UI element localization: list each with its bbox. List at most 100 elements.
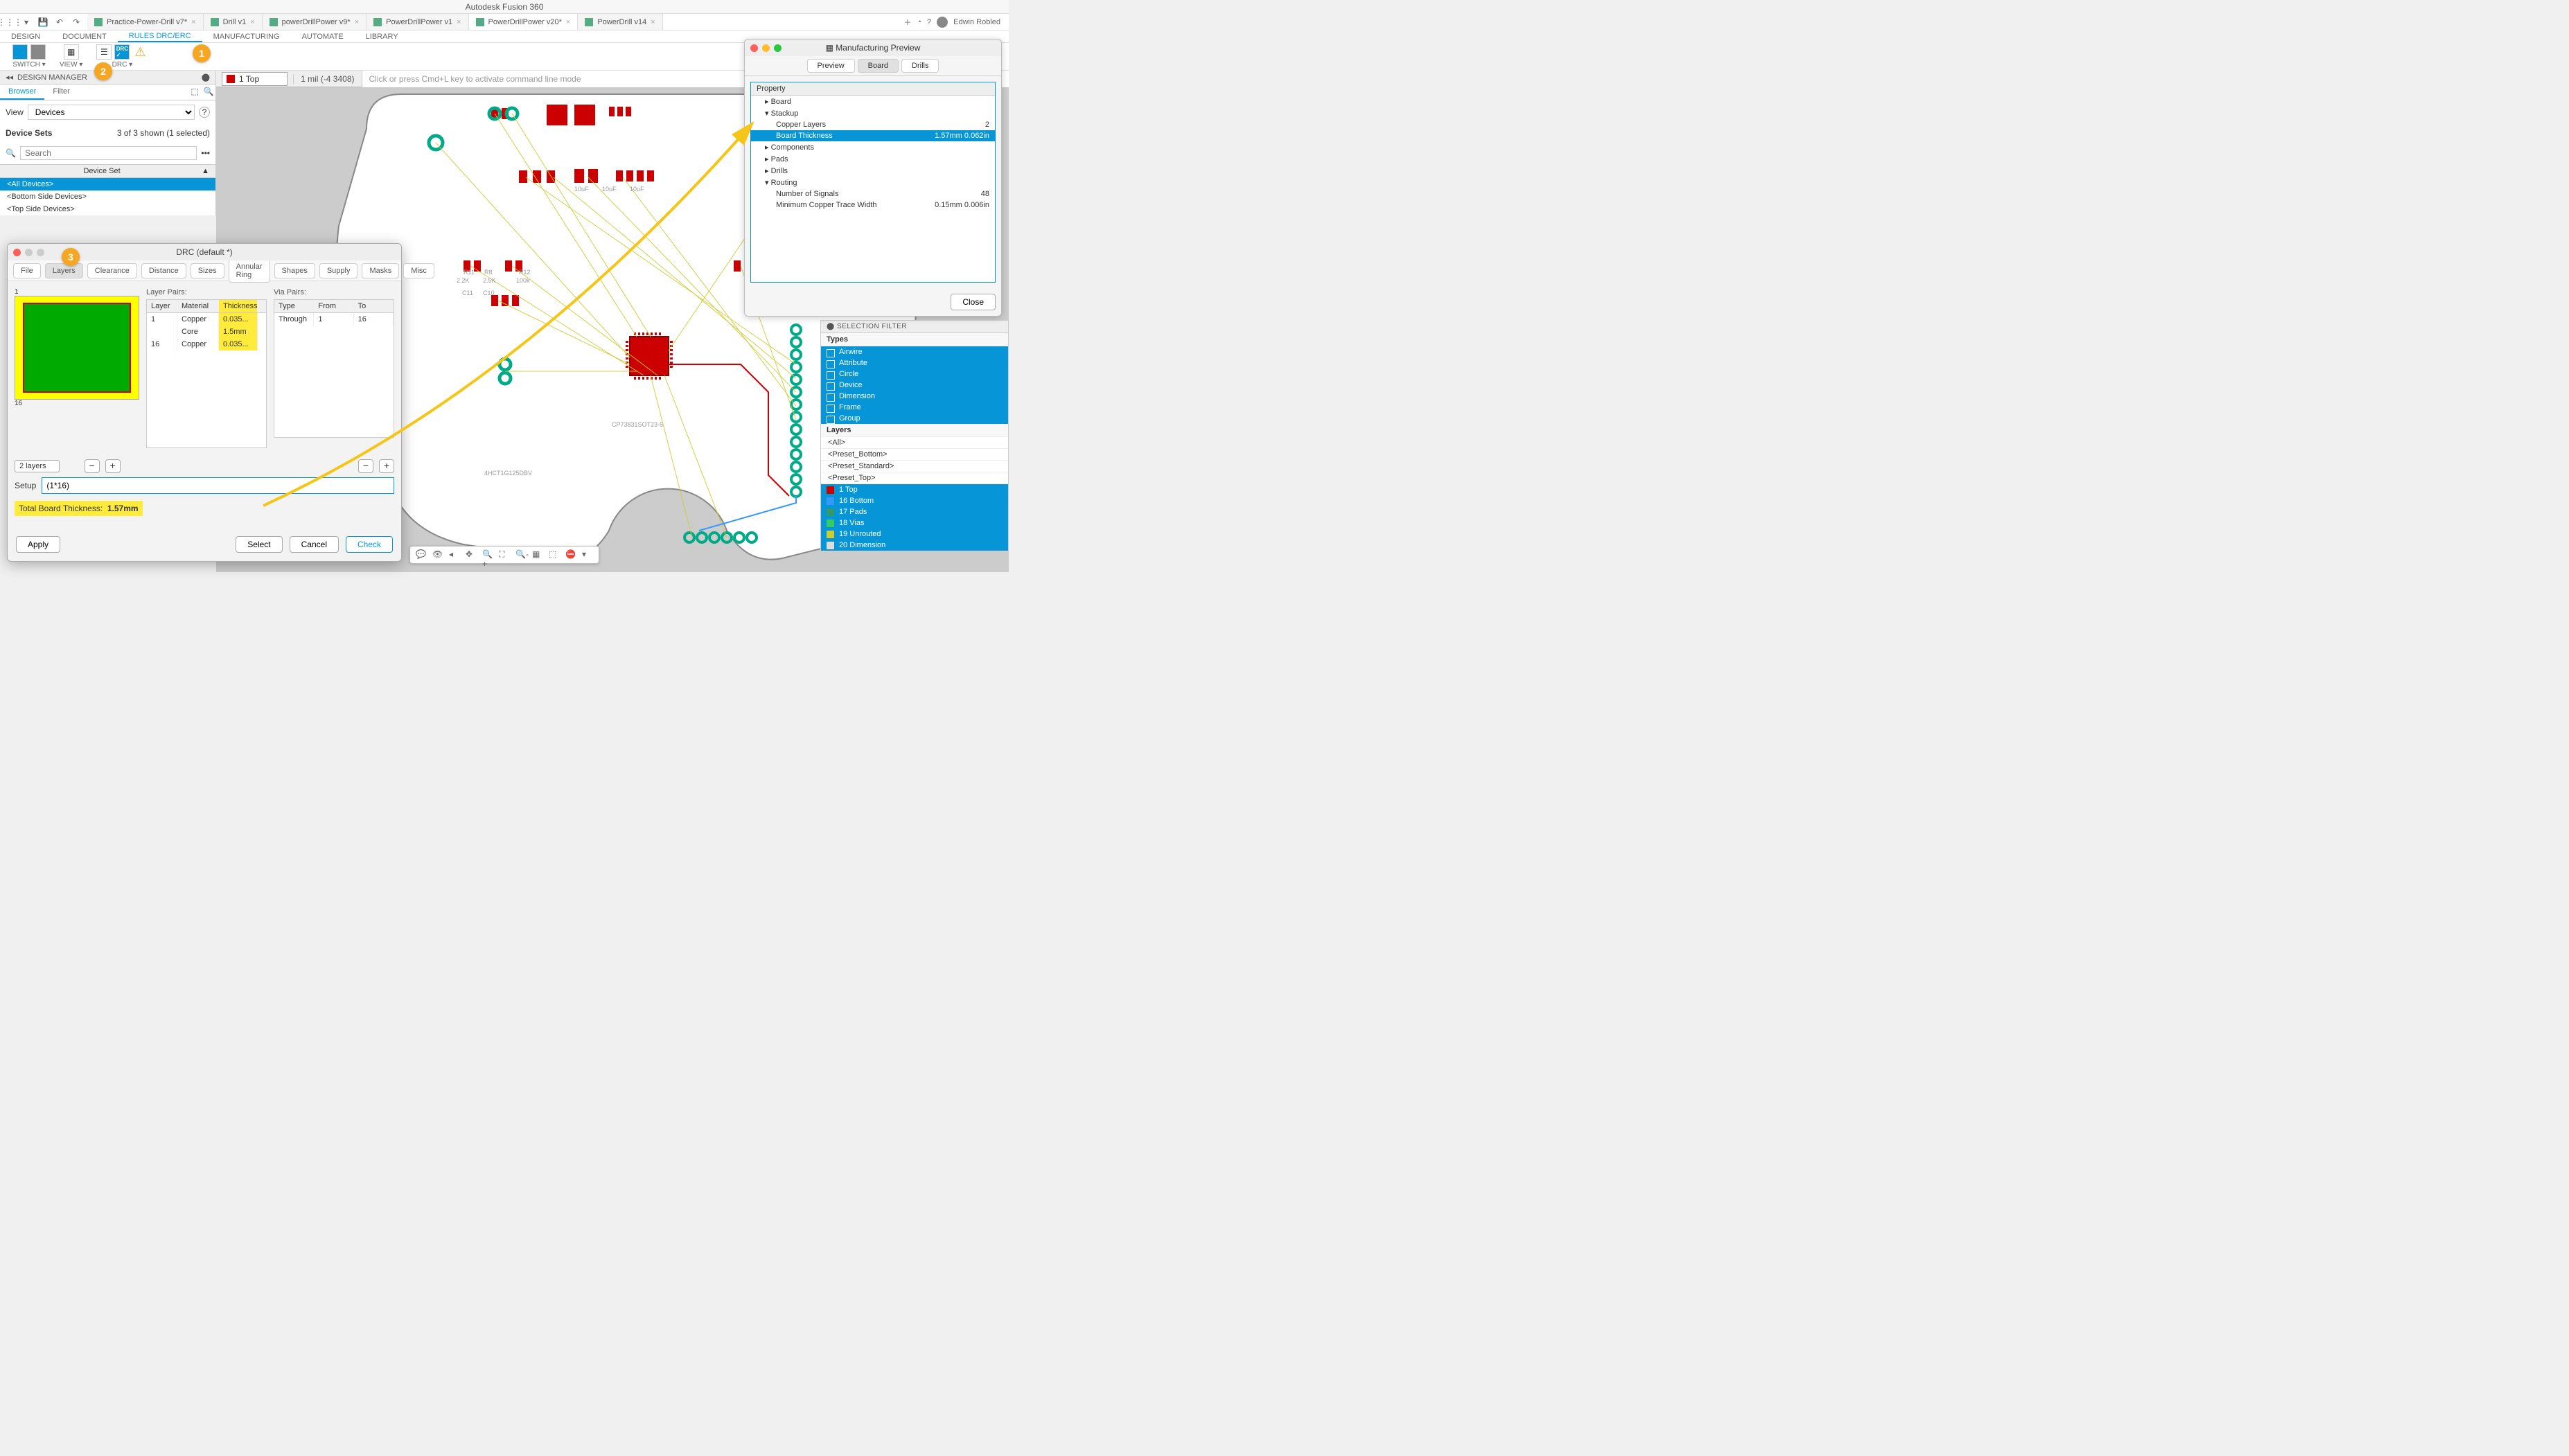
filter-preset-item[interactable]: <All> (821, 437, 1008, 449)
mfg-tab[interactable]: Preview (807, 59, 855, 73)
drc-tab[interactable]: Clearance (87, 263, 137, 278)
file-tab[interactable]: PowerDrillPower v1× (367, 14, 468, 30)
dm-tab-filter[interactable]: Filter (44, 85, 78, 100)
filter-type-item[interactable]: Attribute (821, 357, 1008, 369)
notifications-icon[interactable]: ? (927, 18, 931, 26)
drc-tab[interactable]: Annular Ring (229, 259, 270, 283)
drc-select-button[interactable]: Select (236, 536, 282, 553)
file-tab[interactable]: PowerDrill v14× (578, 14, 662, 30)
drc-tab[interactable]: Misc (403, 263, 434, 278)
file-icon[interactable]: ▾ (21, 17, 32, 28)
close-icon[interactable] (13, 249, 21, 256)
drc-tab[interactable]: Layers (45, 263, 83, 278)
new-tab-icon[interactable]: ＋ (903, 17, 911, 28)
mfg-tree-node[interactable]: ▸ Pads (751, 153, 995, 165)
file-tab-close-icon[interactable]: × (250, 18, 254, 26)
filter-preset-item[interactable]: <Preset_Standard> (821, 461, 1008, 472)
filter-type-item[interactable]: Frame (821, 402, 1008, 413)
file-tab-close-icon[interactable]: × (566, 18, 570, 26)
workspace-tab[interactable]: AUTOMATE (291, 30, 355, 42)
minimize-icon[interactable] (762, 44, 770, 52)
mfg-tab[interactable]: Board (858, 59, 899, 73)
nav-stop-icon[interactable]: ⛔ (565, 549, 576, 560)
switch-schematic-icon[interactable] (12, 44, 28, 60)
drc-via-table[interactable]: TypeFromToThrough116 (274, 299, 394, 438)
mfg-tree-node[interactable]: ▾ Stackup (751, 107, 995, 119)
mfg-property-tree[interactable]: Property ▸ Board▾ StackupCopper Layers2B… (750, 82, 996, 283)
maximize-icon[interactable] (37, 249, 44, 256)
mfg-traffic-lights[interactable] (750, 44, 782, 52)
drc-setup-input[interactable] (42, 477, 394, 494)
drc-apply-button[interactable]: Apply (16, 536, 60, 553)
drc-list-icon[interactable]: ☰ (96, 44, 112, 60)
filter-type-item[interactable]: Circle (821, 369, 1008, 380)
design-manager-settings-icon[interactable]: ⬤ (202, 73, 210, 82)
file-tab-close-icon[interactable]: × (191, 18, 195, 26)
mfg-tree-node[interactable]: ▸ Board (751, 96, 995, 107)
workspace-tab[interactable]: MANUFACTURING (202, 30, 291, 42)
drc-layer-minus-button[interactable]: − (85, 459, 100, 473)
drc-tab[interactable]: Masks (362, 263, 399, 278)
workspace-tab[interactable]: DESIGN (0, 30, 51, 42)
dm-more-icon[interactable]: ••• (201, 148, 210, 158)
dm-select-tool-icon[interactable]: ⬚ (188, 85, 202, 98)
device-set-item[interactable]: <All Devices> (0, 178, 215, 190)
mfg-tree-node[interactable]: ▾ Routing (751, 177, 995, 188)
mfg-tab[interactable]: Drills (901, 59, 939, 73)
device-set-item[interactable]: <Bottom Side Devices> (0, 190, 215, 203)
drc-layer-plus-button[interactable]: + (105, 459, 121, 473)
user-avatar-icon[interactable] (937, 17, 948, 28)
drc-tab[interactable]: Shapes (274, 263, 315, 278)
extensions-icon[interactable]: ◔ (917, 18, 921, 26)
dm-tab-browser[interactable]: Browser (0, 85, 44, 100)
nav-comments-icon[interactable]: 💬 (416, 549, 427, 560)
nav-pan-icon[interactable]: ✥ (466, 549, 477, 560)
filter-type-item[interactable]: Airwire (821, 346, 1008, 357)
filter-layer-item[interactable]: 20 Dimension (821, 540, 1008, 551)
file-tab[interactable]: Practice-Power-Drill v7*× (87, 14, 204, 30)
drc-check-icon[interactable]: DRC✓ (114, 44, 130, 60)
filter-layer-item[interactable]: 19 Unrouted (821, 529, 1008, 540)
mfg-tree-node[interactable]: ▸ Drills (751, 165, 995, 177)
file-tab[interactable]: powerDrillPower v9*× (263, 14, 367, 30)
mfg-tree-node[interactable]: Number of Signals48 (751, 188, 995, 199)
nav-prev-icon[interactable]: ◂ (449, 549, 460, 560)
maximize-icon[interactable] (774, 44, 782, 52)
close-icon[interactable] (750, 44, 758, 52)
nav-grid-icon[interactable]: ▦ (532, 549, 543, 560)
drc-tab[interactable]: File (13, 263, 41, 278)
view-grid-icon[interactable]: ▦ (64, 44, 79, 60)
undo-icon[interactable]: ↶ (54, 17, 65, 28)
switch-board-icon[interactable] (30, 44, 46, 60)
drc-via-plus-button[interactable]: + (379, 459, 394, 473)
nav-zoomfit-icon[interactable]: ⛶ (499, 549, 510, 560)
filter-layer-item[interactable]: 17 Pads (821, 506, 1008, 517)
drc-layers-table[interactable]: LayerMaterialThickness1Copper0.035...Cor… (146, 299, 267, 448)
filter-type-item[interactable]: Device (821, 380, 1008, 391)
filter-preset-item[interactable]: <Preset_Top> (821, 472, 1008, 484)
dm-help-icon[interactable]: ? (199, 107, 210, 118)
filter-type-item[interactable]: Group (821, 413, 1008, 424)
workspace-tab[interactable]: RULES DRC/ERC (118, 30, 202, 42)
filter-layer-item[interactable]: 1 Top (821, 484, 1008, 495)
mfg-close-button[interactable]: Close (951, 294, 996, 310)
nav-layers-icon[interactable]: ⬚ (549, 549, 560, 560)
file-tab[interactable]: PowerDrillPower v20*× (469, 14, 579, 30)
drc-traffic-lights[interactable] (13, 249, 44, 256)
dm-zoom-tool-icon[interactable]: 🔍 (202, 85, 215, 98)
filter-layer-item[interactable]: 16 Bottom (821, 495, 1008, 506)
save-icon[interactable]: 💾 (37, 17, 48, 28)
drc-layer-count-select[interactable]: 2 layers (15, 460, 60, 472)
drc-cancel-button[interactable]: Cancel (290, 536, 339, 553)
file-tab-close-icon[interactable]: × (457, 18, 461, 26)
nav-visibility-icon[interactable]: 👁 (432, 549, 443, 560)
device-set-item[interactable]: <Top Side Devices> (0, 203, 215, 215)
redo-icon[interactable]: ↷ (71, 17, 82, 28)
filter-preset-item[interactable]: <Preset_Bottom> (821, 449, 1008, 461)
mfg-tree-node[interactable]: Board Thickness1.57mm 0.062in (751, 130, 995, 141)
drc-tab[interactable]: Supply (319, 263, 358, 278)
dm-view-select[interactable]: Devices (28, 105, 195, 120)
layer-dropdown[interactable]: 1 Top (222, 72, 288, 86)
mfg-tree-node[interactable]: Copper Layers2 (751, 119, 995, 130)
collapse-icon[interactable]: ◂◂ (6, 73, 13, 82)
